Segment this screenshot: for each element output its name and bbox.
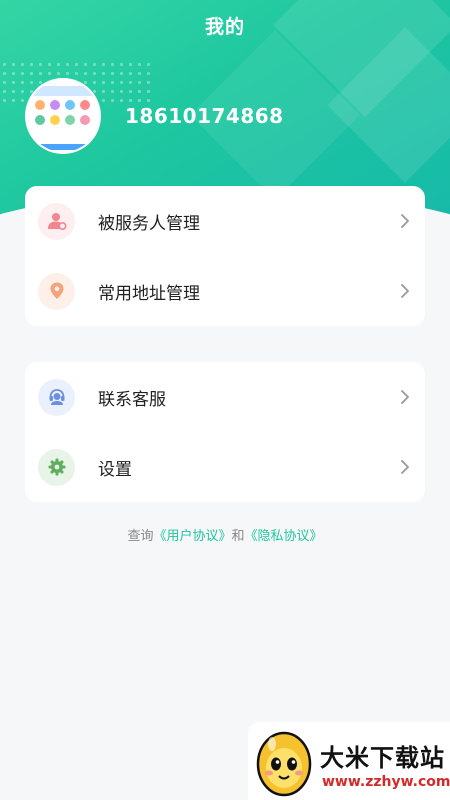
privacy-policy-link[interactable]: 《隐私协议》 — [245, 529, 323, 544]
agreement-connector: 和 — [231, 529, 245, 544]
menu-card-management: 被服务人管理 常用地址管理 — [25, 186, 425, 326]
watermark-logo: 大米下载站 www.zzhyw.com — [248, 722, 450, 800]
headset-icon — [38, 378, 75, 416]
menu-item-label: 设置 — [98, 459, 132, 480]
person-gear-icon — [38, 202, 75, 240]
menu-item-label: 常用地址管理 — [98, 283, 200, 304]
phone-number: 18610174868 — [125, 104, 284, 128]
menu-item-label: 联系客服 — [98, 389, 166, 410]
page-title: 我的 — [204, 16, 245, 38]
menu-item-service-recipients[interactable]: 被服务人管理 — [25, 186, 425, 256]
avatar[interactable] — [25, 78, 101, 154]
menu-item-addresses[interactable]: 常用地址管理 — [25, 256, 425, 326]
watermark-title: 大米下载站 — [320, 744, 445, 772]
agreement-prefix: 查询 — [127, 529, 154, 544]
menu-card-support: 联系客服 设置 — [25, 362, 425, 502]
chevron-right-icon — [401, 214, 409, 228]
mascot-icon — [256, 731, 312, 797]
agreement-links: 查询《用户协议》和《隐私协议》 — [0, 525, 450, 544]
menu-item-settings[interactable]: 设置 — [25, 432, 425, 502]
watermark-url: www.zzhyw.com — [322, 774, 450, 790]
chevron-right-icon — [401, 284, 409, 298]
user-agreement-link[interactable]: 《用户协议》 — [153, 529, 231, 544]
gear-icon — [38, 448, 75, 486]
chevron-right-icon — [401, 390, 409, 404]
map-pin-icon — [38, 272, 75, 310]
menu-item-customer-service[interactable]: 联系客服 — [25, 362, 425, 432]
menu-item-label: 被服务人管理 — [98, 213, 200, 234]
chevron-right-icon — [401, 460, 409, 474]
